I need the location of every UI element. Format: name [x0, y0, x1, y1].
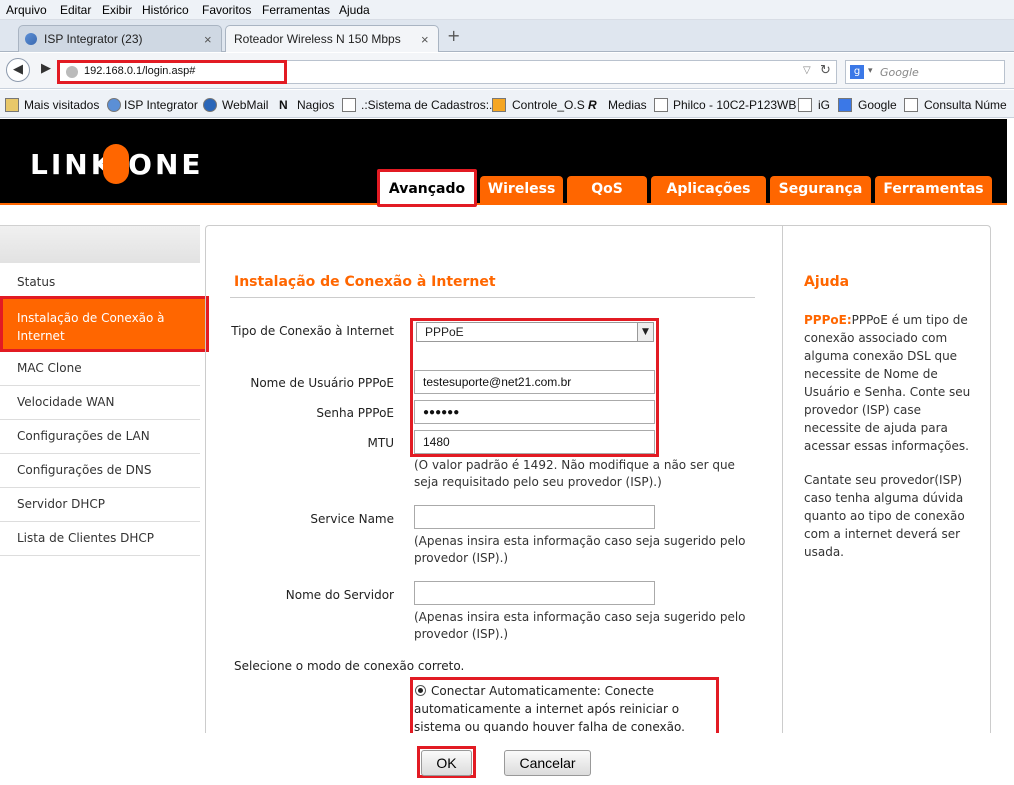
bookmark-medias-icon: R: [588, 98, 597, 112]
bookmark-ig[interactable]: iG: [818, 98, 830, 112]
server-name-input[interactable]: [414, 581, 655, 605]
connection-mode-label: Selecione o modo de conexão correto.: [234, 659, 465, 673]
sidebar-item-instalacao[interactable]: Instalação de Conexão à Internet: [0, 296, 209, 352]
bookmark-controle-icon: [492, 98, 506, 112]
sidebar-item-mac-clone[interactable]: MAC Clone: [0, 352, 200, 386]
sidebar-item-dns[interactable]: Configurações de DNS: [0, 454, 200, 488]
tab-roteador[interactable]: Roteador Wireless N 150 Mbps ×: [225, 25, 439, 52]
mtu-label: MTU: [367, 436, 394, 450]
help-text-pppoe: PPPoE é um tipo de conexão associado com…: [804, 313, 971, 453]
forward-icon[interactable]: ▶: [36, 60, 56, 80]
tab-qos[interactable]: QoS: [567, 176, 647, 204]
tab-ferramentas[interactable]: Ferramentas: [875, 176, 992, 204]
menu-ajuda[interactable]: Ajuda: [339, 3, 370, 17]
bookmark-webmail[interactable]: WebMail: [222, 98, 268, 112]
browser-menu-bar: Arquivo Editar Exibir Histórico Favorito…: [0, 0, 1014, 20]
bookmark-folder-icon: [5, 98, 19, 112]
site-identity-icon[interactable]: [66, 66, 78, 78]
menu-historico[interactable]: Histórico: [142, 3, 189, 17]
bookmark-nagios-icon: N: [279, 98, 288, 112]
search-engine-arrow-icon[interactable]: ▾: [868, 66, 873, 76]
tab-close-icon[interactable]: ×: [204, 32, 212, 47]
bookmark-isp-icon: [107, 98, 121, 112]
service-name-label: Service Name: [310, 512, 394, 526]
bookmark-page-icon: [654, 98, 668, 112]
pppoe-highlight-box: [410, 318, 659, 457]
tab-seguranca[interactable]: Segurança: [770, 176, 871, 204]
menu-editar[interactable]: Editar: [60, 3, 91, 17]
tab-favicon-icon: [25, 33, 37, 45]
bookmark-mais-visitados[interactable]: Mais visitados: [24, 98, 99, 112]
service-name-note: (Apenas insira esta informação caso seja…: [414, 534, 746, 565]
search-placeholder: Google: [880, 66, 919, 79]
tab-label: Roteador Wireless N 150 Mbps: [234, 32, 401, 46]
tab-aplicacoes[interactable]: Aplicações: [651, 176, 766, 204]
bookmark-medias[interactable]: Medias: [608, 98, 647, 112]
dropdown-arrow-icon[interactable]: ▽: [803, 65, 811, 76]
sidebar-item-velocidade-wan[interactable]: Velocidade WAN: [0, 386, 200, 420]
auto-connect-label: Conectar Automaticamente: Conecte automa…: [414, 684, 685, 734]
bookmark-consulta[interactable]: Consulta Núme: [924, 98, 1014, 112]
sidebar-item-lan[interactable]: Configurações de LAN: [0, 420, 200, 454]
bookmark-isp-integrator[interactable]: ISP Integrator: [124, 98, 198, 112]
bookmark-page-icon: [342, 98, 356, 112]
bookmark-sistema-cadastros[interactable]: .:Sistema de Cadastros:.: [361, 98, 492, 112]
google-icon: g: [850, 65, 864, 79]
help-paragraph-contact: Cantate seu provedor(ISP) caso tenha alg…: [804, 473, 965, 559]
server-name-label: Nome do Servidor: [285, 588, 394, 602]
back-icon[interactable]: ◀: [6, 58, 30, 82]
tab-isp-integrator[interactable]: ISP Integrator (23) ×: [18, 25, 222, 52]
bookmark-page-icon: [798, 98, 812, 112]
help-term-pppoe: PPPoE:: [804, 313, 852, 327]
menu-arquivo[interactable]: Arquivo: [6, 3, 47, 17]
page-title: Instalação de Conexão à Internet: [234, 274, 496, 290]
bookmark-google-icon: [838, 98, 852, 112]
bookmark-philco[interactable]: Philco - 10C2-P123WB: [673, 98, 796, 112]
service-name-input[interactable]: [414, 505, 655, 529]
new-tab-button[interactable]: +: [447, 26, 460, 45]
mtu-note: (O valor padrão é 1492. Não modifique a …: [414, 458, 735, 489]
sidebar-header: [0, 225, 200, 263]
title-divider: [230, 297, 755, 298]
menu-ferramentas[interactable]: Ferramentas: [262, 3, 330, 17]
server-name-note: (Apenas insira esta informação caso seja…: [414, 610, 746, 641]
logo-mark-icon: [103, 144, 129, 184]
bookmark-nagios[interactable]: Nagios: [297, 98, 334, 112]
menu-exibir[interactable]: Exibir: [102, 3, 132, 17]
sidebar-item-dhcp[interactable]: Servidor DHCP: [0, 488, 200, 522]
username-label: Nome de Usuário PPPoE: [250, 376, 394, 390]
address-url: 192.168.0.1/login.asp#: [84, 65, 196, 77]
connection-type-label: Tipo de Conexão à Internet: [231, 324, 394, 338]
bookmark-controle-os[interactable]: Controle_O.S: [512, 98, 585, 112]
password-label: Senha PPPoE: [316, 406, 394, 420]
sidebar-item-status[interactable]: Status: [0, 264, 200, 298]
tab-label: ISP Integrator (23): [44, 32, 143, 46]
bookmark-google[interactable]: Google: [858, 98, 897, 112]
tab-avancado[interactable]: Avançado: [377, 169, 477, 207]
bookmark-webmail-icon: [203, 98, 217, 112]
cancel-button[interactable]: Cancelar: [504, 750, 591, 776]
help-paragraph-pppoe: PPPoE:PPPoE é um tipo de conexão associa…: [804, 311, 972, 455]
browser-tab-bar: ISP Integrator (23) × Roteador Wireless …: [0, 20, 1014, 52]
ok-button[interactable]: OK: [421, 750, 472, 776]
help-title: Ajuda: [804, 274, 850, 290]
search-box[interactable]: g ▾ Google: [845, 60, 1005, 84]
bookmark-page-icon: [904, 98, 918, 112]
sidebar-item-dhcp-clients[interactable]: Lista de Clientes DHCP: [0, 522, 200, 556]
menu-favoritos[interactable]: Favoritos: [202, 3, 251, 17]
tab-close-icon[interactable]: ×: [421, 32, 429, 47]
tab-wireless[interactable]: Wireless: [480, 176, 563, 204]
reload-icon[interactable]: ↻: [820, 63, 831, 78]
